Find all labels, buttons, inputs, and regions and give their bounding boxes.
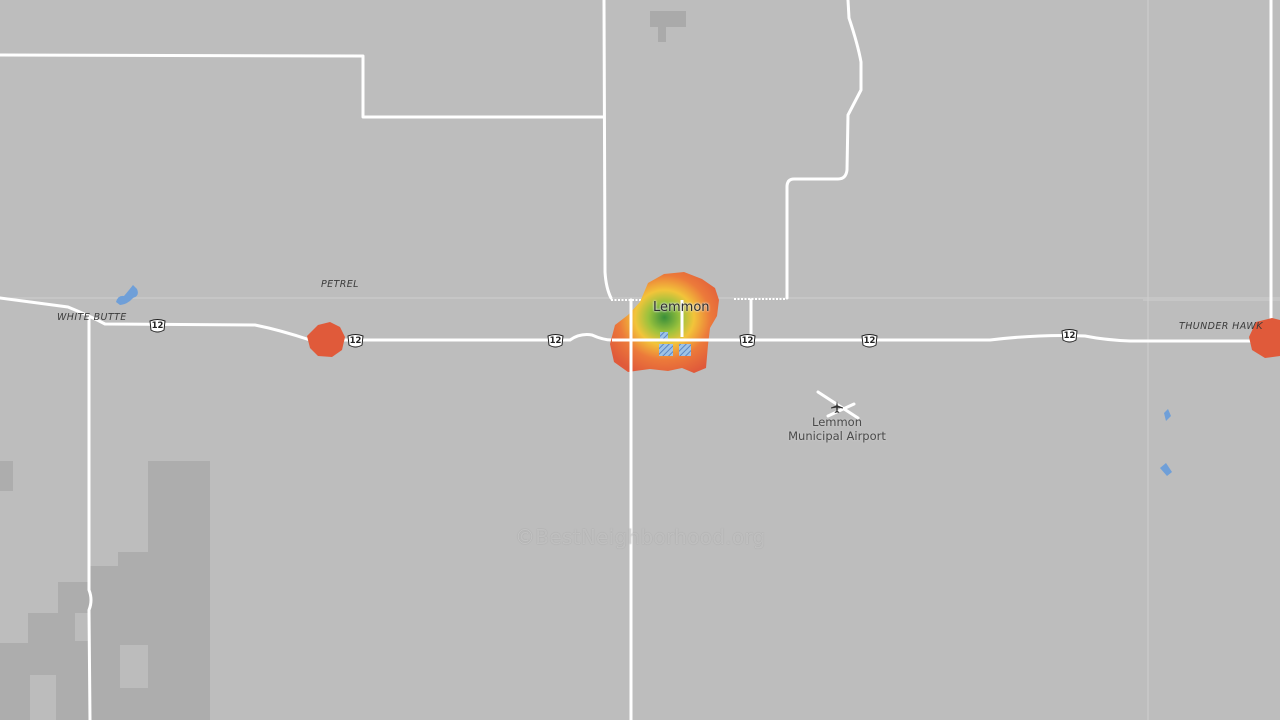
- us-12-shield[interactable]: 12: [149, 319, 166, 333]
- us-12-shield[interactable]: 12: [1061, 329, 1078, 343]
- shield-number: 12: [741, 336, 754, 346]
- airplane-icon[interactable]: [830, 399, 844, 413]
- map-base-layer: [0, 0, 1280, 720]
- place-label-petrel[interactable]: PETREL: [321, 279, 359, 290]
- place-label-white-butte[interactable]: WHITE BUTTE: [57, 312, 127, 323]
- petrel-area-overlay: [307, 322, 345, 357]
- shield-number: 12: [151, 321, 164, 331]
- shield-number: 12: [349, 336, 362, 346]
- watermark: ©BestNeighborhood.org: [515, 525, 766, 549]
- place-label-thunder-hawk[interactable]: THUNDER HAWK: [1179, 321, 1263, 332]
- us-12-shield[interactable]: 12: [547, 334, 564, 348]
- shield-number: 12: [863, 336, 876, 346]
- shield-number: 12: [549, 336, 562, 346]
- city-label-lemmon[interactable]: Lemmon: [653, 300, 710, 315]
- us-12-shield[interactable]: 12: [347, 334, 364, 348]
- map-canvas[interactable]: 12 12 12 12 12 12 Lemmon PETREL WHITE BU…: [0, 0, 1280, 720]
- building-block: [650, 11, 686, 27]
- airport-label-line1: Lemmon: [811, 415, 862, 429]
- airport-label[interactable]: Lemmon Municipal Airport: [787, 415, 887, 443]
- lemmon-heat-overlay: [610, 272, 719, 373]
- shield-number: 12: [1063, 331, 1076, 341]
- heat-overlays: [307, 272, 1280, 373]
- us-12-shield[interactable]: 12: [739, 334, 756, 348]
- us-12-shield[interactable]: 12: [861, 334, 878, 348]
- airport-label-line2: Municipal Airport: [788, 429, 886, 443]
